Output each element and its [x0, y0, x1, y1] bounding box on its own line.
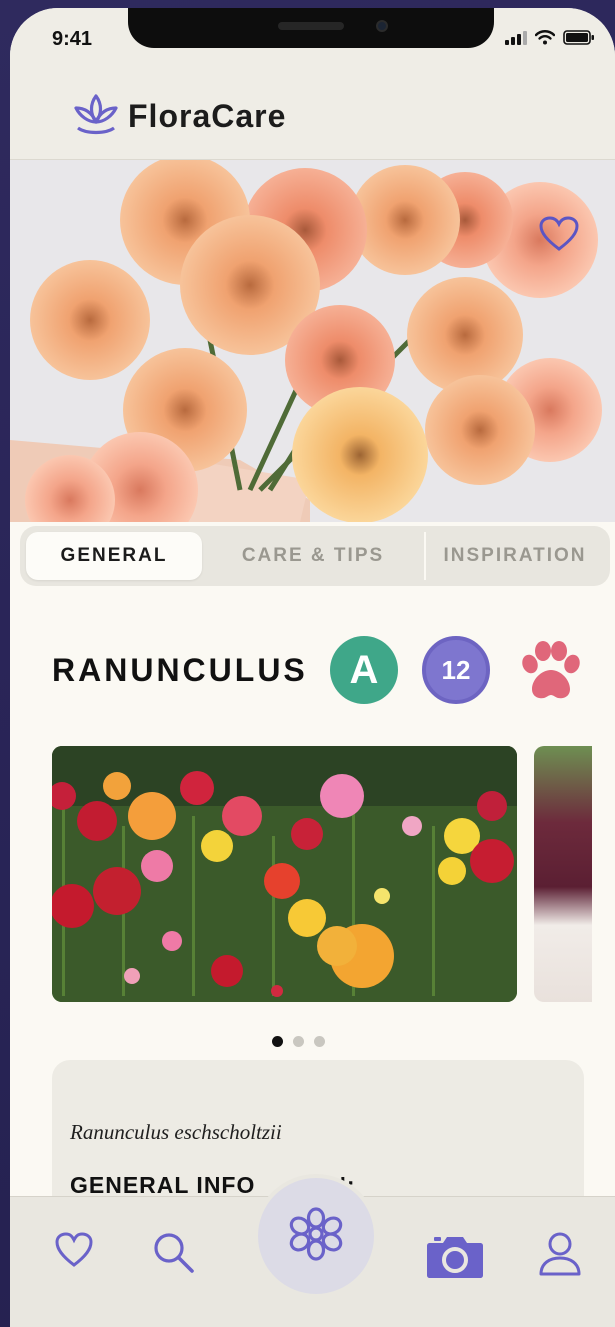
camera-icon[interactable]: [426, 1233, 484, 1284]
ranunculus-field-image: [52, 746, 517, 1002]
heart-icon[interactable]: [54, 1231, 94, 1274]
favorite-heart-icon[interactable]: [539, 216, 579, 257]
tab-general[interactable]: GENERAL: [26, 532, 202, 580]
scientific-name: Ranunculus eschscholtzii: [70, 1120, 282, 1144]
user-icon[interactable]: [538, 1231, 582, 1282]
signal-icon: [505, 30, 527, 50]
plant-name: RANUNCULUS: [52, 652, 308, 688]
flower-icon: [287, 1205, 345, 1268]
speaker-grille: [278, 22, 344, 30]
carousel-slide-field-image[interactable]: [52, 746, 517, 1002]
carousel-dot-1[interactable]: [272, 1036, 283, 1047]
phone-screen: FloraCare 9:41 GENERAL CARE & TIPS INSPI…: [10, 8, 615, 1327]
app-name: FloraCare: [128, 98, 287, 134]
carousel-dot-2[interactable]: [293, 1036, 304, 1047]
carousel-dots: [272, 1036, 325, 1047]
lotus-logo-icon: [72, 92, 120, 141]
grade-badge[interactable]: A: [330, 636, 398, 704]
wifi-icon: [534, 30, 556, 50]
device-notch: [128, 8, 494, 48]
hero-image: [10, 160, 615, 522]
status-time: 9:41: [52, 28, 93, 50]
plant-home-button[interactable]: [254, 1174, 378, 1298]
search-icon[interactable]: [152, 1231, 196, 1280]
battery-icon: [563, 30, 595, 50]
tab-care-tips[interactable]: CARE & TIPS: [202, 532, 424, 580]
status-icons: [505, 30, 595, 50]
plant-title-row: RANUNCULUS A 12: [52, 636, 612, 706]
ranunculus-bouquet-image: [10, 160, 615, 522]
paw-icon[interactable]: [518, 640, 584, 707]
front-camera: [376, 20, 388, 32]
tab-bar: GENERAL CARE & TIPS INSPIRATION: [20, 526, 610, 586]
carousel-slide-next-image[interactable]: [534, 746, 592, 1002]
carousel-dot-3[interactable]: [314, 1036, 325, 1047]
tab-inspiration[interactable]: INSPIRATION: [424, 532, 604, 580]
count-badge[interactable]: 12: [422, 636, 490, 704]
image-carousel[interactable]: [52, 746, 592, 1002]
brand[interactable]: FloraCare: [72, 92, 286, 141]
